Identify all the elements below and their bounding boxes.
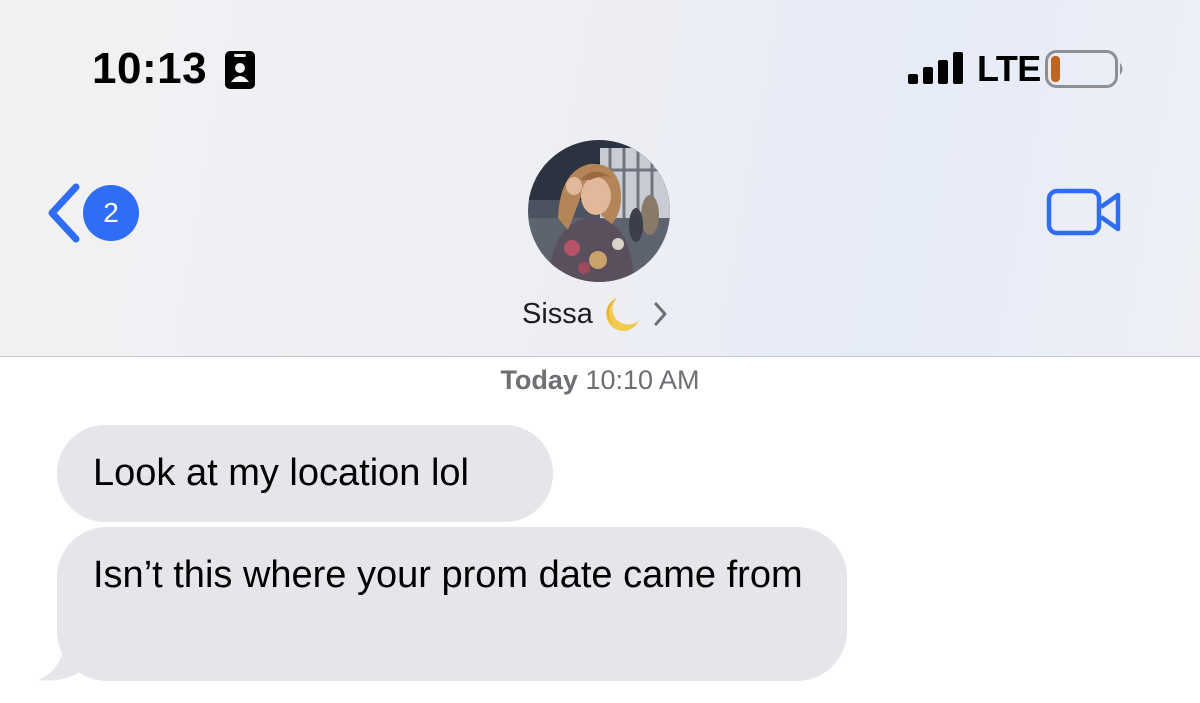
avatar-photo (528, 140, 670, 282)
video-camera-icon (1046, 188, 1121, 236)
message-bubble[interactable]: Look at my location lol (57, 425, 553, 522)
contact-avatar[interactable] (528, 140, 670, 282)
contact-name: Sissa (522, 297, 593, 330)
navigation-header: 10:13 LTE 2 Sissa (0, 0, 1200, 357)
message-bubble[interactable]: Isn’t this where your prom date came fro… (57, 527, 847, 681)
contact-card-icon (225, 51, 255, 89)
unread-count-badge: 2 (83, 185, 139, 241)
video-call-button[interactable] (1046, 188, 1122, 241)
conversation-timestamp: Today 10:10 AM (0, 365, 1200, 396)
back-chevron-icon (48, 183, 80, 243)
timestamp-time: 10:10 AM (585, 365, 700, 395)
status-time: 10:13 (92, 44, 208, 93)
contact-name-button[interactable]: Sissa (522, 294, 669, 334)
chevron-right-icon (654, 302, 667, 326)
signal-bars-icon (908, 52, 963, 84)
network-type: LTE (977, 48, 1041, 89)
battery-icon (1045, 50, 1123, 88)
timestamp-day: Today (500, 365, 578, 395)
moon-emoji (606, 298, 639, 331)
